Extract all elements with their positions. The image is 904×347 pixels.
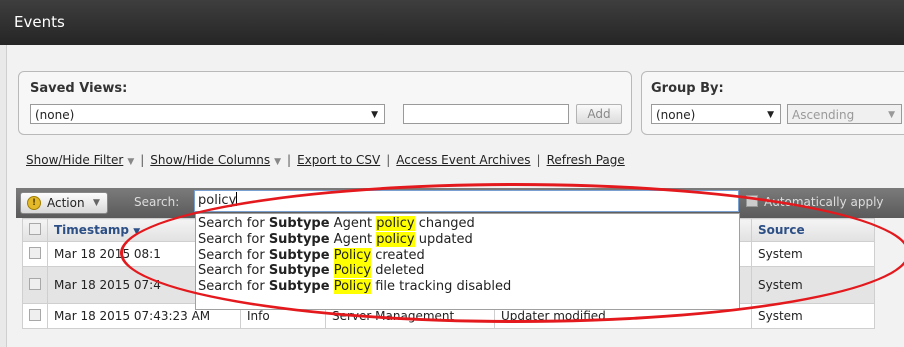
- suggestion-item[interactable]: Search for Subtype Policy created: [196, 247, 739, 264]
- search-suggestions-dropdown: Search for Subtype Agent policy changed …: [195, 213, 740, 310]
- show-hide-filter-link[interactable]: Show/Hide Filter: [26, 153, 123, 167]
- chevron-down-icon: ▼: [888, 110, 895, 120]
- sort-down-icon: ▼: [133, 227, 141, 237]
- saved-views-selected: (none): [35, 108, 75, 122]
- add-view-button[interactable]: Add: [576, 104, 622, 124]
- row-source: System: [751, 241, 875, 267]
- chevron-down-icon: ▼: [127, 157, 135, 167]
- group-by-label: Group By:: [651, 81, 724, 96]
- search-label: Search:: [134, 195, 180, 209]
- chevron-down-icon: ▼: [767, 110, 774, 120]
- suggestion-item[interactable]: Search for Subtype Agent policy updated: [196, 231, 739, 248]
- group-by-select[interactable]: (none) ▼: [651, 104, 781, 124]
- show-hide-columns-link[interactable]: Show/Hide Columns: [150, 153, 270, 167]
- row-checkbox[interactable]: [29, 246, 41, 259]
- export-csv-link[interactable]: Export to CSV: [297, 153, 380, 167]
- action-button[interactable]: ! Action ▼: [20, 192, 108, 214]
- auto-apply-label: Automatically apply: [764, 195, 884, 209]
- sort-order-select[interactable]: Ascending ▼: [787, 104, 902, 124]
- chevron-down-icon: ▼: [93, 198, 100, 208]
- row-source: System: [751, 266, 875, 304]
- select-all-checkbox[interactable]: [29, 222, 41, 235]
- refresh-page-link[interactable]: Refresh Page: [547, 153, 625, 167]
- suggestion-item[interactable]: Search for Subtype Agent policy changed: [196, 216, 739, 232]
- saved-views-label: Saved Views:: [30, 81, 128, 96]
- saved-views-select[interactable]: (none) ▼: [30, 104, 385, 124]
- page-links: Show/Hide Filter ▼ | Show/Hide Columns ▼ | Exp…: [26, 153, 625, 167]
- source-column-header[interactable]: Source: [751, 218, 875, 242]
- suggestion-item[interactable]: Search for Subtype Policy file tracking …: [196, 279, 739, 295]
- event-archives-link[interactable]: Access Event Archives: [396, 153, 530, 167]
- action-label: Action: [47, 196, 85, 210]
- title-bar: Events: [0, 0, 904, 45]
- sort-order-value: Ascending: [792, 108, 855, 122]
- window-title: Events: [14, 13, 65, 31]
- row-checkbox[interactable]: [29, 277, 41, 290]
- suggestion-item[interactable]: Search for Subtype Policy deleted: [196, 263, 739, 279]
- row-source: System: [751, 303, 875, 329]
- row-checkbox[interactable]: [29, 308, 41, 321]
- chevron-down-icon: ▼: [371, 110, 378, 120]
- shield-icon: !: [27, 196, 41, 210]
- search-input[interactable]: policy: [194, 190, 739, 212]
- group-by-selected: (none): [656, 108, 696, 122]
- auto-apply-checkbox[interactable]: [746, 195, 758, 207]
- auto-apply-option[interactable]: Automatically apply: [746, 195, 884, 209]
- chevron-down-icon: ▼: [274, 157, 282, 167]
- search-value: policy: [198, 193, 237, 208]
- saved-view-name-input[interactable]: [403, 104, 569, 124]
